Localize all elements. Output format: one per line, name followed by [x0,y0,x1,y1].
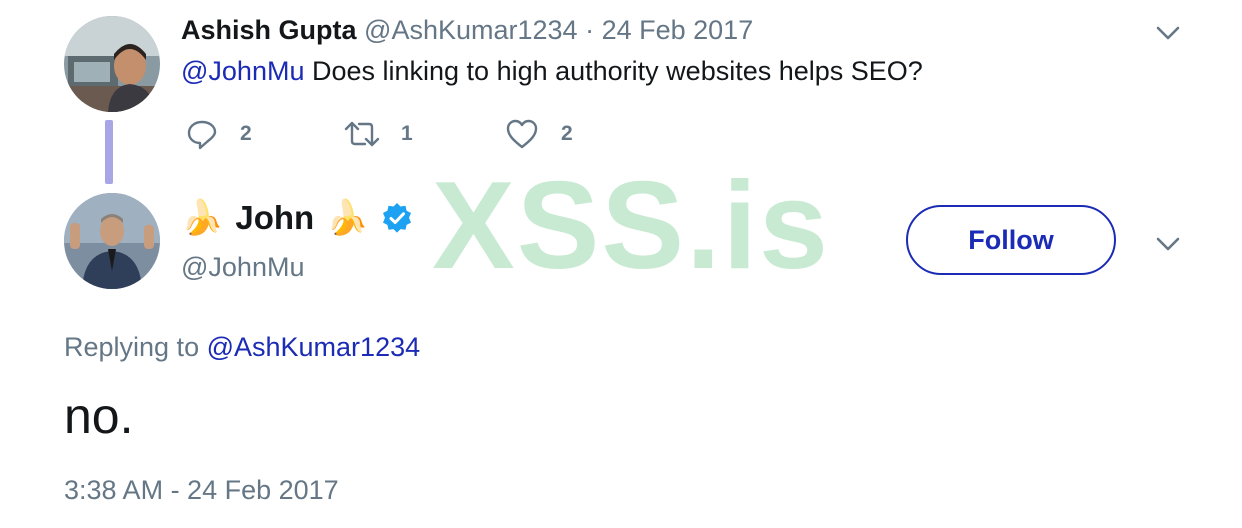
parent-tweet-text: @JohnMu Does linking to high authority w… [181,54,923,88]
parent-author-handle[interactable]: @AshKumar1234 [364,15,578,45]
retweet-action[interactable]: 1 [343,116,413,152]
parent-avatar[interactable] [64,16,160,112]
reply-avatar[interactable] [64,193,160,289]
verified-badge-icon [382,203,411,233]
banana-emoji-left: 🍌 [181,199,224,237]
reply-author-handle[interactable]: @JohnMu [181,250,304,284]
replying-to-line: Replying to @AshKumar1234 [64,330,420,364]
heart-icon [506,119,538,149]
retweet-icon [344,121,380,147]
reply-author-line: 🍌 John 🍌 [181,196,413,240]
parent-author-line: Ashish Gupta @AshKumar1234 · 24 Feb 2017 [181,13,753,47]
parent-tweet-body: Does linking to high authority websites … [304,56,923,86]
thread-connector-line [105,120,113,184]
parent-tweet-date[interactable]: 24 Feb 2017 [602,15,754,45]
separator-dot: · [585,15,595,45]
chevron-down-icon[interactable] [1154,18,1182,46]
watermark-text: XSS.is [432,157,830,295]
tweet-thread: Ashish Gupta @AshKumar1234 · 24 Feb 2017… [0,0,1242,528]
reply-action[interactable]: 2 [186,116,252,152]
reply-timestamp[interactable]: 3:38 AM - 24 Feb 2017 [64,473,339,507]
reply-icon [187,120,217,150]
reply-count: 2 [240,122,252,145]
retweet-count: 1 [401,122,413,145]
like-count: 2 [561,122,573,145]
reply-tweet-text: no. [64,388,134,444]
follow-button[interactable]: Follow [906,205,1116,275]
replying-to-prefix: Replying to [64,332,207,362]
parent-mention-link[interactable]: @JohnMu [181,56,304,86]
parent-author-name[interactable]: Ashish Gupta [181,15,357,45]
reply-author-name[interactable]: John [235,199,314,237]
banana-emoji-right: 🍌 [326,199,369,237]
chevron-down-icon[interactable] [1154,229,1182,257]
replying-to-link[interactable]: @AshKumar1234 [207,332,421,362]
like-action[interactable]: 2 [505,116,573,152]
